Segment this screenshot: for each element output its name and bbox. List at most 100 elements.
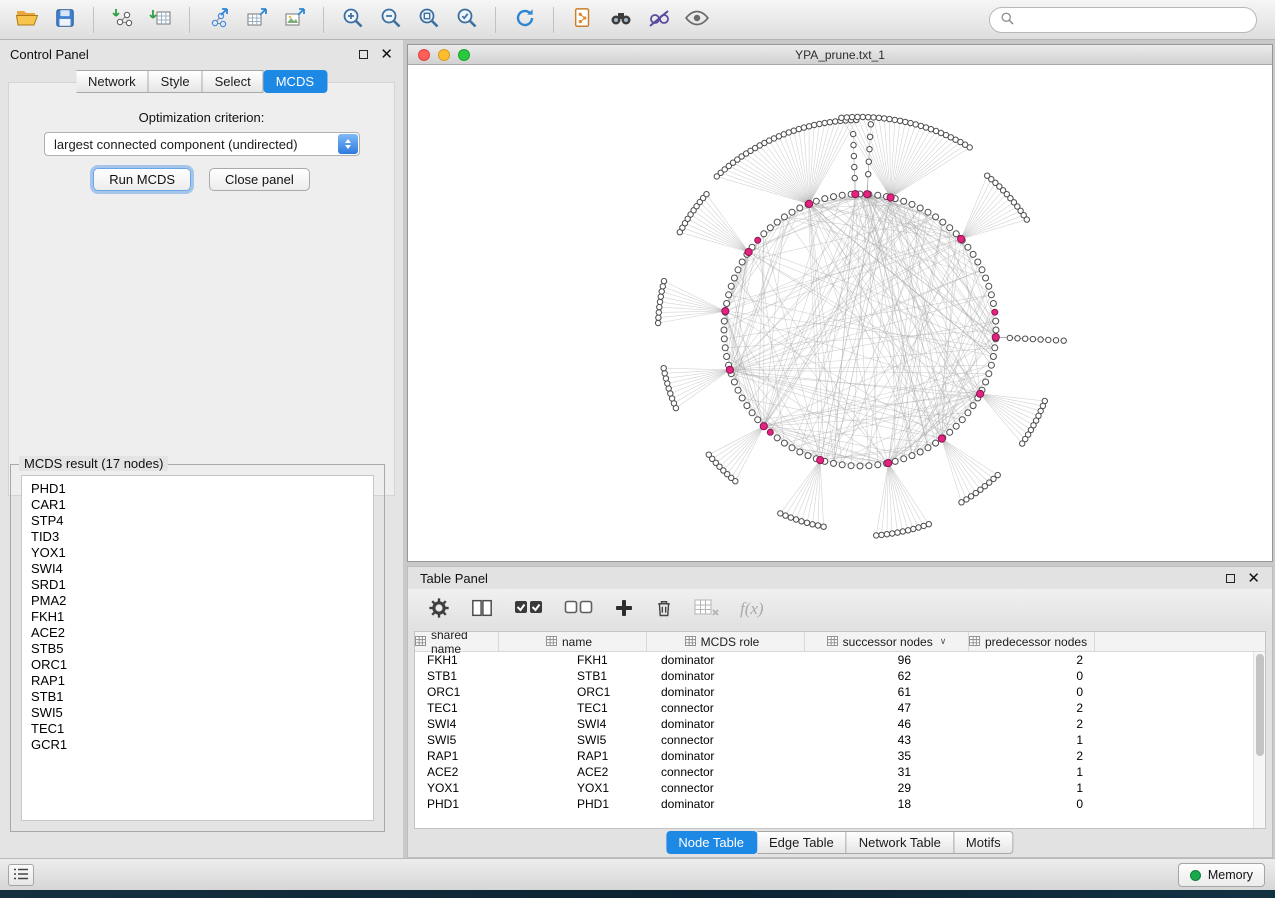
- table-row[interactable]: SWI4 SWI4 dominator 46 2: [415, 716, 1265, 732]
- mcds-result-item[interactable]: CAR1: [31, 497, 364, 513]
- sort-chevron-icon[interactable]: ∨: [940, 637, 947, 647]
- import-table-button[interactable]: [142, 4, 179, 36]
- delete-column-button[interactable]: [654, 597, 674, 622]
- show-columns-button[interactable]: [470, 597, 494, 622]
- control-panel-tab[interactable]: Style: [149, 70, 203, 93]
- share-document-button[interactable]: [564, 4, 601, 36]
- mcds-result-item[interactable]: TID3: [31, 529, 364, 545]
- open-session-button[interactable]: [8, 4, 45, 36]
- create-column-button[interactable]: [614, 598, 634, 621]
- zoom-fit-button[interactable]: [410, 4, 447, 36]
- zoom-out-button[interactable]: [372, 4, 409, 36]
- table-row[interactable]: RAP1 RAP1 dominator 35 2: [415, 748, 1265, 764]
- column-header[interactable]: MCDS role: [647, 632, 805, 651]
- close-window-icon[interactable]: [418, 49, 430, 61]
- control-panel-tab[interactable]: MCDS: [264, 70, 327, 93]
- network-canvas[interactable]: [408, 65, 1272, 561]
- network-window-titlebar[interactable]: YPA_prune.txt_1: [408, 45, 1272, 65]
- mcds-result-item[interactable]: STB1: [31, 689, 364, 705]
- checked-boxes-icon: [514, 598, 544, 621]
- table-toolbar: f(x): [408, 589, 1272, 629]
- table-scrollbar[interactable]: [1253, 652, 1265, 828]
- function-builder-button[interactable]: f(x): [740, 599, 764, 619]
- zoom-in-button[interactable]: [334, 4, 371, 36]
- mcds-result-item[interactable]: STB5: [31, 641, 364, 657]
- search-network-button[interactable]: [602, 4, 639, 36]
- mcds-result-item[interactable]: SWI5: [31, 705, 364, 721]
- close-panel-icon[interactable]: ✕: [380, 47, 393, 62]
- mcds-result-item[interactable]: GCR1: [31, 737, 364, 753]
- hide-details-button[interactable]: [640, 4, 677, 36]
- maximize-window-icon[interactable]: [458, 49, 470, 61]
- control-panel-tab[interactable]: Select: [203, 70, 264, 93]
- mcds-result-item[interactable]: ACE2: [31, 625, 364, 641]
- table-row[interactable]: YOX1 YOX1 connector 29 1: [415, 780, 1265, 796]
- table-row[interactable]: SWI5 SWI5 connector 43 1: [415, 732, 1265, 748]
- table-row[interactable]: FKH1 FKH1 dominator 96 2: [415, 652, 1265, 668]
- cell-mcds-role: dominator: [649, 717, 797, 731]
- save-session-icon: [54, 7, 76, 32]
- mcds-result-item[interactable]: STP4: [31, 513, 364, 529]
- global-search-field[interactable]: [989, 7, 1257, 33]
- deselect-all-rows-button[interactable]: [564, 598, 594, 621]
- import-network-button[interactable]: [104, 4, 141, 36]
- table-settings-button[interactable]: [428, 597, 450, 622]
- show-details-button[interactable]: [678, 4, 715, 36]
- scrollbar-thumb[interactable]: [1256, 654, 1264, 756]
- mcds-result-list[interactable]: PHD1CAR1STP4TID3YOX1SWI4SRD1PMA2FKH1ACE2…: [21, 475, 374, 821]
- show-panel-list-button[interactable]: [8, 864, 34, 886]
- desktop-wallpaper-strip: [0, 890, 1275, 898]
- export-image-button[interactable]: [276, 4, 313, 36]
- cell-name: TEC1: [565, 701, 649, 715]
- table-row[interactable]: ORC1 ORC1 dominator 61 0: [415, 684, 1265, 700]
- memory-status-icon: [1190, 870, 1201, 881]
- delete-table-button[interactable]: [694, 598, 720, 621]
- minimize-window-icon[interactable]: [438, 49, 450, 61]
- mcds-result-item[interactable]: RAP1: [31, 673, 364, 689]
- save-session-button[interactable]: [46, 4, 83, 36]
- column-header[interactable]: predecessor nodes: [969, 632, 1095, 651]
- refresh-layout-icon: [513, 6, 537, 33]
- column-header[interactable]: name: [499, 632, 647, 651]
- export-table-button[interactable]: [238, 4, 275, 36]
- mcds-result-group: MCDS result (17 nodes) PHD1CAR1STP4TID3Y…: [10, 464, 385, 832]
- mcds-result-item[interactable]: SRD1: [31, 577, 364, 593]
- node-table: shared name name MCDS role su: [414, 631, 1266, 829]
- mcds-result-item[interactable]: YOX1: [31, 545, 364, 561]
- binoculars-icon: [608, 6, 634, 33]
- table-tab[interactable]: Node Table: [666, 831, 757, 854]
- table-row[interactable]: ACE2 ACE2 connector 31 1: [415, 764, 1265, 780]
- export-network-button[interactable]: [200, 4, 237, 36]
- cell-mcds-role: dominator: [649, 685, 797, 699]
- table-tab[interactable]: Network Table: [847, 831, 954, 854]
- criterion-dropdown[interactable]: largest connected component (undirected): [44, 132, 360, 156]
- close-panel-icon[interactable]: ✕: [1247, 571, 1260, 586]
- mcds-result-item[interactable]: SWI4: [31, 561, 364, 577]
- memory-button[interactable]: Memory: [1178, 863, 1265, 887]
- column-header[interactable]: shared name: [415, 632, 499, 651]
- mcds-result-item[interactable]: PMA2: [31, 593, 364, 609]
- zoom-selected-button[interactable]: [448, 4, 485, 36]
- trash-icon: [654, 597, 674, 622]
- control-panel-tab[interactable]: Network: [76, 70, 149, 93]
- table-row[interactable]: PHD1 PHD1 dominator 18 0: [415, 796, 1265, 812]
- float-panel-icon[interactable]: [359, 50, 368, 59]
- table-panel-header: Table Panel ✕: [408, 567, 1272, 589]
- column-header[interactable]: successor nodes ∨: [805, 632, 969, 651]
- select-all-rows-button[interactable]: [514, 598, 544, 621]
- cell-shared-name: STB1: [415, 669, 565, 683]
- mcds-result-item[interactable]: ORC1: [31, 657, 364, 673]
- float-panel-icon[interactable]: [1226, 574, 1235, 583]
- mcds-result-item[interactable]: FKH1: [31, 609, 364, 625]
- mcds-result-item[interactable]: TEC1: [31, 721, 364, 737]
- table-tab[interactable]: Motifs: [954, 831, 1014, 854]
- search-input[interactable]: [1021, 13, 1246, 28]
- import-network-icon: [111, 6, 135, 33]
- mcds-result-item[interactable]: PHD1: [31, 481, 364, 497]
- run-mcds-button[interactable]: Run MCDS: [93, 168, 191, 191]
- refresh-layout-button[interactable]: [506, 4, 543, 36]
- table-tab[interactable]: Edge Table: [757, 831, 847, 854]
- table-row[interactable]: STB1 STB1 dominator 62 0: [415, 668, 1265, 684]
- close-panel-button[interactable]: Close panel: [209, 168, 310, 191]
- table-row[interactable]: TEC1 TEC1 connector 47 2: [415, 700, 1265, 716]
